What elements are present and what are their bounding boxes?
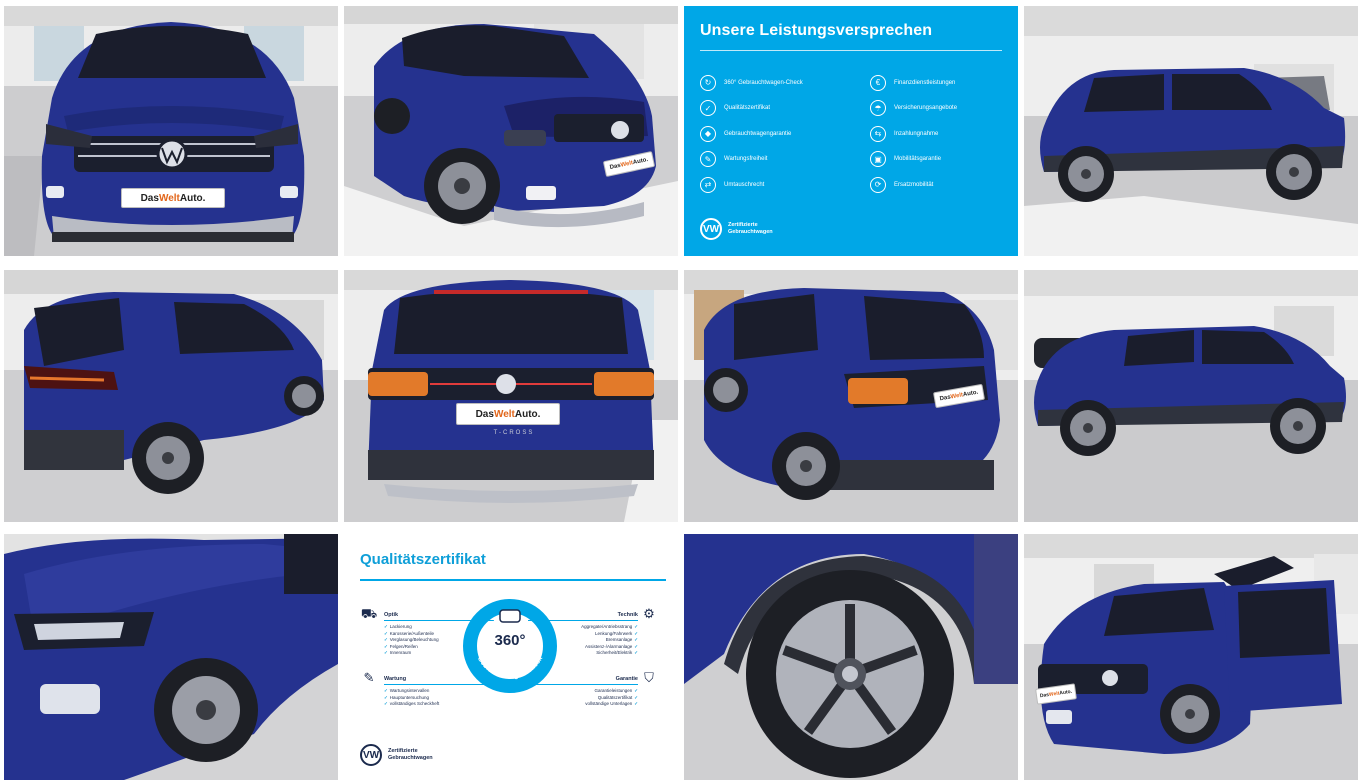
promise-item: ⇆ Inzahlungnahme <box>870 121 1018 147</box>
replacement-icon: ⟳ <box>870 176 886 193</box>
promise-item: ☂ Versicherungsangebote <box>870 96 1018 122</box>
promise-label: Gebrauchtwagengarantie <box>724 130 792 137</box>
service-icon: ✎ <box>363 670 375 685</box>
car-side-photo <box>1024 6 1358 256</box>
promise-item: ◆ Gebrauchtwagengarantie <box>700 121 850 147</box>
exchange-icon: ⇄ <box>700 176 716 193</box>
vw-certified-logo: VW Zertifizierte Gebrauchtwagen <box>700 218 773 240</box>
promise-label: Ersatzmobilität <box>894 181 934 188</box>
promise-item: ✎ Wartungsfreiheit <box>700 147 850 173</box>
vw-certified-logo: VW Zertifizierte Gebrauchtwagen <box>360 744 433 766</box>
gallery-promises-card[interactable]: Unsere Leistungsversprechen ↻ 360° Gebra… <box>684 6 1018 256</box>
promise-item: ⇄ Umtauschrecht <box>700 172 850 198</box>
promise-label: Qualitätszertifikat <box>724 105 771 112</box>
gallery-photo-doors-open[interactable]: Das Welt Auto. <box>1024 534 1358 780</box>
promise-label: Versicherungsangebote <box>894 105 958 112</box>
promise-label: Umtauschrecht <box>724 181 765 188</box>
car-side-2-photo <box>1024 270 1358 522</box>
shield-icon: ⛉ <box>644 670 654 685</box>
promise-item: € Finanzdienstleistungen <box>870 70 1018 96</box>
certificate-icon: ✓ <box>700 100 716 117</box>
promise-label: Finanzdienstleistungen <box>894 79 956 86</box>
gallery-photo-wheel[interactable] <box>684 534 1018 780</box>
trade-in-icon: ⇆ <box>870 125 886 142</box>
photo-gallery-grid: Das Welt Auto. Das Welt Auto. Unsere Lei… <box>0 0 1365 783</box>
model-badge: T-CROSS <box>493 430 535 436</box>
car-rear-photo <box>344 270 678 522</box>
gallery-photo-front[interactable]: Das Welt Auto. <box>4 6 338 256</box>
dealer-plate: Das Welt Auto. <box>121 188 225 208</box>
finance-icon: € <box>870 74 886 91</box>
vw-logo-icon: VW <box>700 218 722 240</box>
promises-list-right: € Finanzdienstleistungen ☂ Versicherungs… <box>870 70 1018 198</box>
gallery-photo-front-34[interactable]: Das Welt Auto. <box>344 6 678 256</box>
vw-logo-icon: VW <box>360 744 382 766</box>
360-icon: ↻ <box>700 74 716 91</box>
promises-title: Unsere Leistungsversprechen <box>700 22 933 39</box>
gallery-photo-rear-34-left[interactable] <box>4 270 338 522</box>
logo-text: Zertifizierte Gebrauchtwagen <box>388 748 433 761</box>
engine-icon: ⚙ <box>643 606 655 621</box>
shield-icon: ◆ <box>700 125 716 142</box>
wrench-icon: ✎ <box>700 151 716 168</box>
gallery-photo-rear[interactable]: Das Welt Auto. T-CROSS <box>344 270 678 522</box>
divider <box>700 50 1002 51</box>
car-front-34-photo <box>344 6 678 256</box>
promise-label: 360° Gebrauchtwagen-Check <box>724 79 803 86</box>
mobility-icon: ▣ <box>870 151 886 168</box>
gallery-quality-card[interactable]: Qualitätszertifikat ⛟ Optik ✓ Lackierung … <box>344 534 678 780</box>
dealer-plate: Das Welt Auto. <box>456 403 560 425</box>
promises-list-left: ↻ 360° Gebrauchtwagen-Check ✓ Qualitätsz… <box>700 70 850 198</box>
gallery-photo-side-right-2[interactable] <box>1024 270 1358 522</box>
promise-item: ↻ 360° Gebrauchtwagen-Check <box>700 70 850 96</box>
promise-item: ▣ Mobilitätsgarantie <box>870 147 1018 173</box>
promise-label: Mobilitätsgarantie <box>894 156 942 163</box>
gallery-photo-rear-34-right[interactable]: Das Welt Auto. <box>684 270 1018 522</box>
car-rear-34-photo <box>4 270 338 522</box>
car-front-photo <box>4 6 338 256</box>
360-label: 360° <box>494 632 526 649</box>
gallery-photo-headlight[interactable] <box>4 534 338 780</box>
car-doors-open-photo <box>1024 534 1358 780</box>
quality-title: Qualitätszertifikat <box>360 551 486 568</box>
promise-item: ⟳ Ersatzmobilität <box>870 172 1018 198</box>
gallery-photo-side-right[interactable] <box>1024 6 1358 256</box>
car-wheel-photo <box>684 534 1018 780</box>
car-icon: ⛟ <box>360 606 378 621</box>
promise-label: Inzahlungnahme <box>894 130 939 137</box>
insurance-icon: ☂ <box>870 100 886 117</box>
promise-label: Wartungsfreiheit <box>724 156 768 163</box>
divider <box>360 579 666 581</box>
car-headlight-photo <box>4 534 338 780</box>
promise-item: ✓ Qualitätszertifikat <box>700 96 850 122</box>
logo-text: Zertifizierte Gebrauchtwagen <box>728 222 773 235</box>
